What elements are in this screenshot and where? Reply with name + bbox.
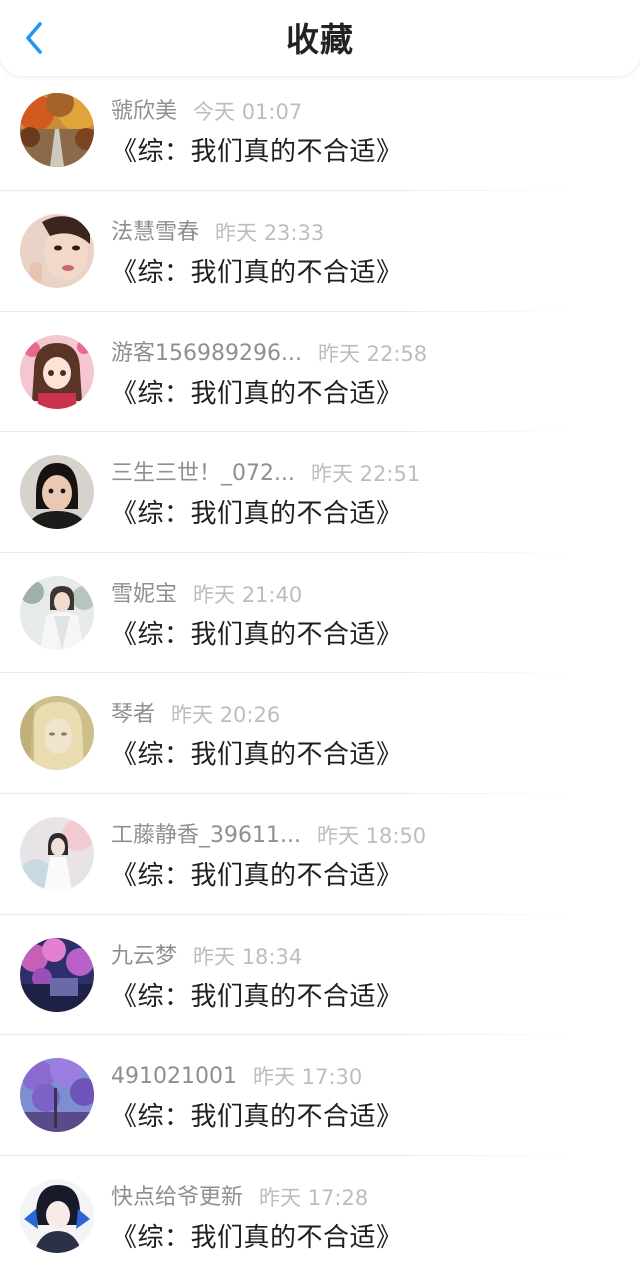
book-title: 《综：我们真的不合适》 bbox=[111, 499, 403, 530]
user-name: 雪妮宝 bbox=[111, 581, 178, 607]
list-item[interactable]: 快点给爷更新 昨天 17:28 《综：我们真的不合适》 bbox=[0, 1156, 640, 1277]
user-name: 法慧雪春 bbox=[111, 220, 200, 245]
user-name: 491021001 bbox=[111, 1064, 237, 1090]
timestamp: 昨天 20:26 bbox=[171, 703, 281, 728]
book-title: 《综：我们真的不合适》 bbox=[111, 1222, 403, 1253]
list-item[interactable]: 工藤静香_39611... 昨天 18:50 《综：我们真的不合适》 bbox=[0, 794, 640, 915]
avatar bbox=[20, 455, 94, 530]
book-title: 《综：我们真的不合适》 bbox=[111, 1102, 403, 1133]
favorites-list: 虢欣美 今天 01:07 《综：我们真的不合适》 法慧雪春 昨天 23:33 《综：… bbox=[0, 70, 640, 1276]
top-navigation-bar: 收藏 bbox=[0, 0, 640, 76]
page-title: 收藏 bbox=[286, 20, 354, 59]
book-title: 《综：我们真的不合适》 bbox=[111, 258, 403, 288]
user-name: 游客156989296... bbox=[111, 340, 302, 366]
user-name: 快点给爷更新 bbox=[111, 1184, 244, 1210]
timestamp: 昨天 17:28 bbox=[259, 1185, 369, 1210]
timestamp: 昨天 18:34 bbox=[193, 944, 303, 969]
book-title: 《综：我们真的不合适》 bbox=[111, 860, 403, 891]
avatar bbox=[20, 93, 94, 167]
user-name: 琴者 bbox=[111, 702, 156, 728]
list-item[interactable]: 琴者 昨天 20:26 《综：我们真的不合适》 bbox=[0, 673, 640, 794]
timestamp: 昨天 18:50 bbox=[316, 823, 427, 848]
book-title: 《综：我们真的不合适》 bbox=[111, 981, 403, 1012]
avatar bbox=[20, 937, 94, 1012]
list-item[interactable]: 虢欣美 今天 01:07 《综：我们真的不合适》 bbox=[0, 70, 640, 191]
timestamp: 今天 01:07 bbox=[193, 100, 303, 124]
list-item[interactable]: 游客156989296... 昨天 22:58 《综：我们真的不合适》 bbox=[0, 312, 640, 433]
avatar bbox=[20, 575, 94, 650]
timestamp: 昨天 21:40 bbox=[193, 582, 303, 607]
book-title: 《综：我们真的不合适》 bbox=[111, 378, 403, 409]
timestamp: 昨天 17:30 bbox=[252, 1065, 363, 1090]
avatar bbox=[20, 816, 94, 891]
list-item[interactable]: 491021001 昨天 17:30 《综：我们真的不合适》 bbox=[0, 1035, 640, 1156]
user-name: 三生三世！_072... bbox=[111, 461, 295, 487]
book-title: 《综：我们真的不合适》 bbox=[111, 137, 403, 167]
avatar bbox=[20, 1058, 94, 1133]
list-item[interactable]: 法慧雪春 昨天 23:33 《综：我们真的不合适》 bbox=[0, 191, 640, 312]
list-item[interactable]: 三生三世！_072... 昨天 22:51 《综：我们真的不合适》 bbox=[0, 432, 640, 553]
timestamp: 昨天 22:58 bbox=[317, 341, 428, 366]
avatar bbox=[20, 334, 94, 409]
avatar bbox=[20, 1178, 94, 1253]
list-item[interactable]: 雪妮宝 昨天 21:40 《综：我们真的不合适》 bbox=[0, 553, 640, 674]
avatar bbox=[20, 214, 94, 288]
book-title: 《综：我们真的不合适》 bbox=[111, 740, 403, 771]
user-name: 虢欣美 bbox=[111, 99, 178, 124]
timestamp: 昨天 23:33 bbox=[215, 221, 325, 245]
book-title: 《综：我们真的不合适》 bbox=[111, 619, 403, 650]
timestamp: 昨天 22:51 bbox=[310, 462, 421, 487]
list-item[interactable]: 九云梦 昨天 18:34 《综：我们真的不合适》 bbox=[0, 915, 640, 1036]
avatar bbox=[20, 696, 94, 771]
user-name: 工藤静香_39611... bbox=[111, 822, 301, 848]
user-name: 九云梦 bbox=[111, 943, 178, 969]
